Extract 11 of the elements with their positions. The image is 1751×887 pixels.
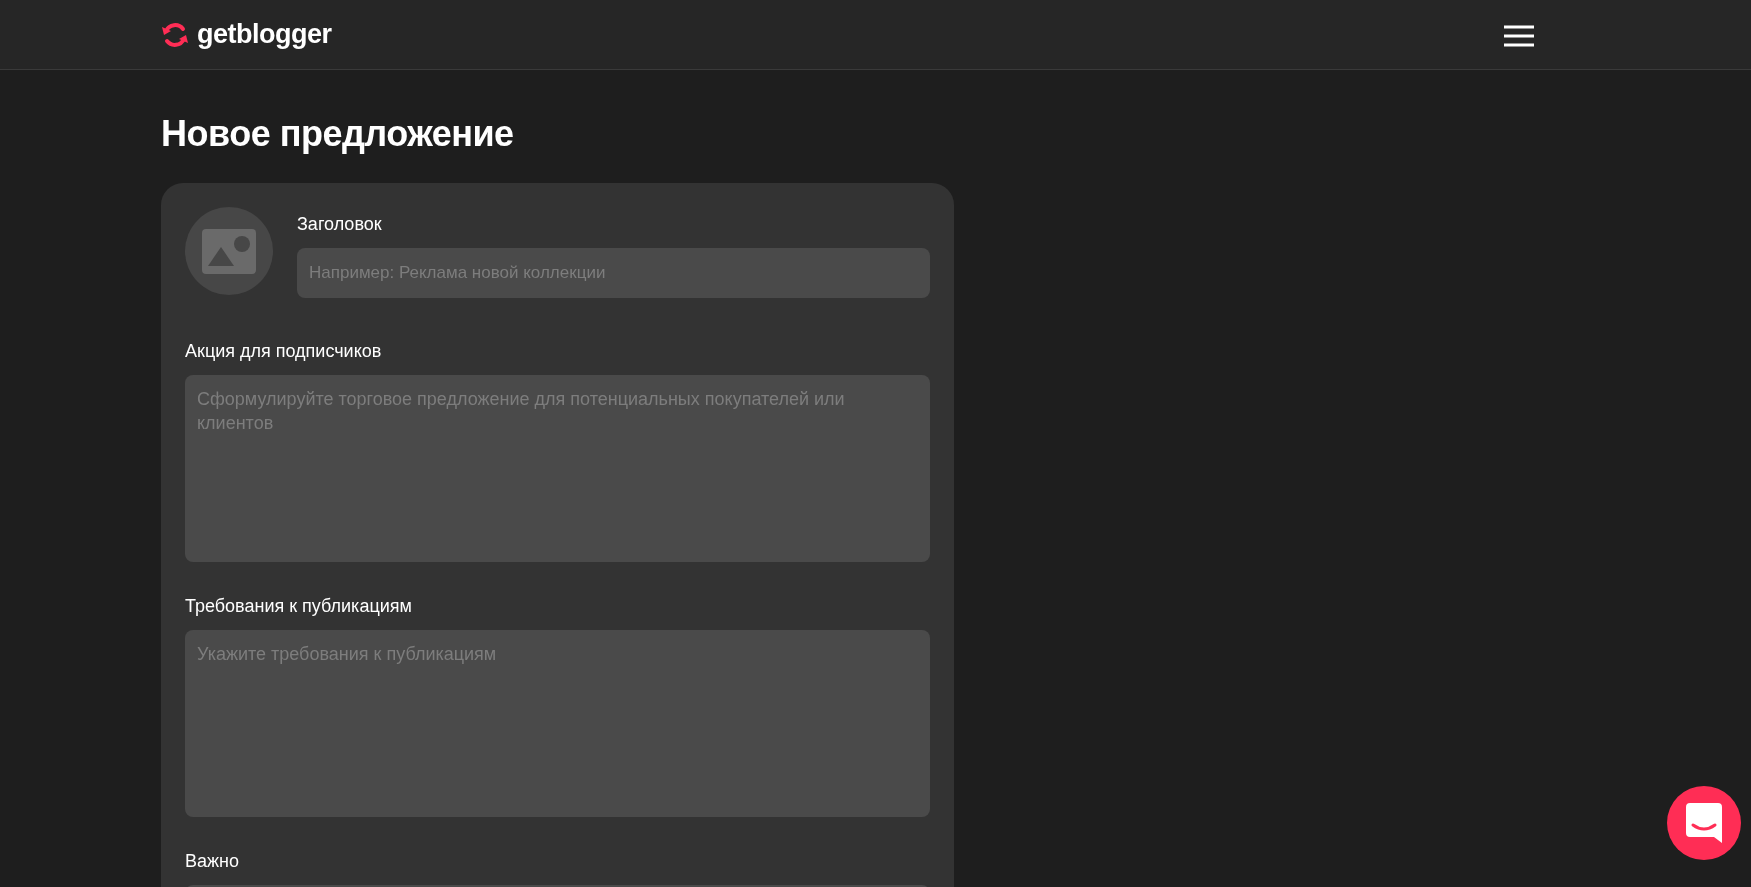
chat-icon	[1686, 803, 1722, 843]
logo-icon	[161, 21, 189, 48]
field-label: Требования к публикациям	[185, 594, 413, 618]
field-label: Заголовок	[297, 213, 383, 237]
image-icon	[202, 228, 256, 274]
menu-icon	[1503, 25, 1535, 48]
logo-text[interactable]: getblogger	[197, 21, 332, 48]
page-title: Новое предложение	[161, 112, 515, 156]
field-label: Акция для подписчиков	[185, 339, 383, 363]
menu-button[interactable]	[1503, 23, 1535, 46]
field-label: Важно	[185, 849, 240, 873]
